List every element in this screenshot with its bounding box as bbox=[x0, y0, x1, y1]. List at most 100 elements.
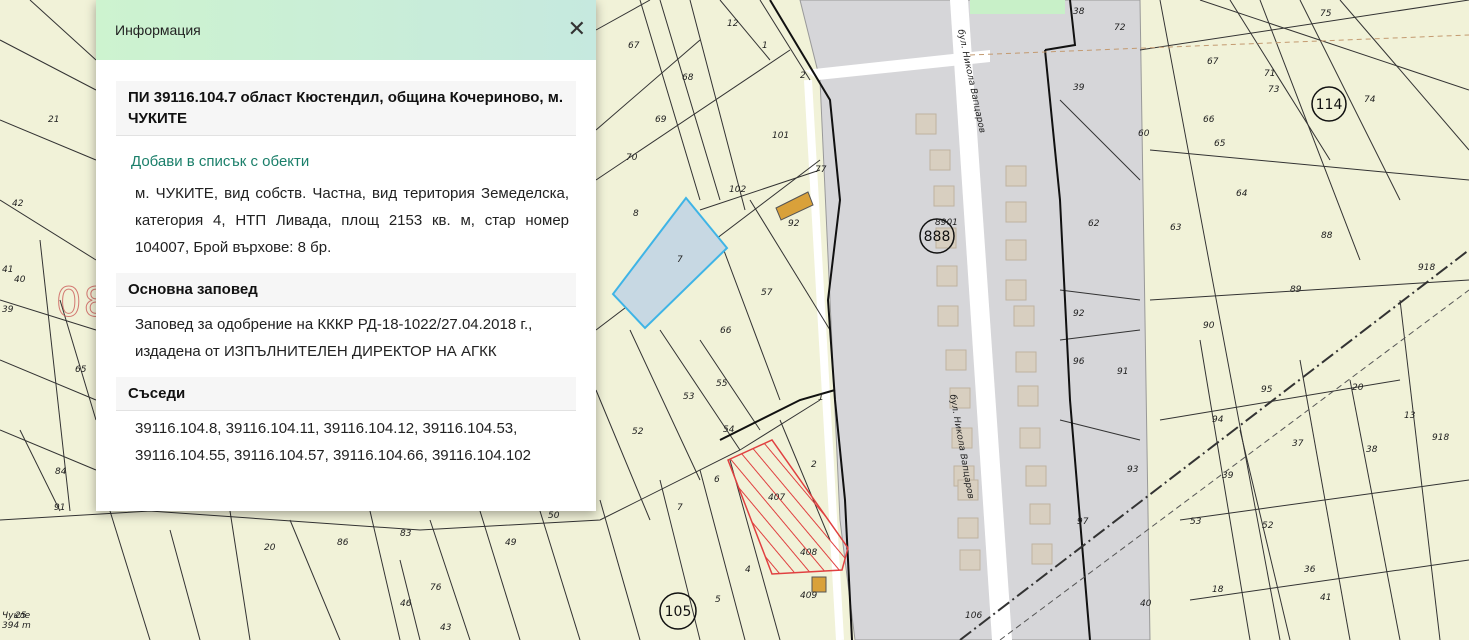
parcel-label: 88 bbox=[1321, 231, 1333, 241]
parcel-label: 75 bbox=[1320, 9, 1332, 19]
building-block bbox=[1005, 201, 1027, 223]
parcel-label: 72 bbox=[1114, 23, 1126, 33]
parcel-label: 407 bbox=[768, 493, 785, 503]
parcel-label: 102 bbox=[729, 185, 746, 195]
small-label: 394 m bbox=[2, 621, 31, 631]
parcel-label: 46 bbox=[400, 599, 412, 609]
parcel-label: 65 bbox=[75, 365, 87, 375]
parcel-label: 93 bbox=[1127, 465, 1139, 475]
parcel-label: 54 bbox=[723, 425, 735, 435]
building-block bbox=[1013, 305, 1035, 327]
building-block bbox=[957, 517, 979, 539]
small-label: 106 bbox=[965, 611, 982, 621]
building-block bbox=[929, 149, 951, 171]
parcel-label: 101 bbox=[772, 131, 789, 141]
parcel-label: 5 bbox=[715, 595, 721, 605]
parcel-label: 918 bbox=[1418, 263, 1435, 273]
parcel-label: 8 bbox=[633, 209, 639, 219]
parcel-label: 40 bbox=[1140, 599, 1152, 609]
parcel-label: 68 bbox=[682, 73, 694, 83]
parcel-label: 96 bbox=[1073, 357, 1085, 367]
building-block bbox=[1005, 165, 1027, 187]
parcel-label: 69 bbox=[655, 115, 667, 125]
parcel-label: 6 bbox=[714, 475, 720, 485]
parcel-label: 2 bbox=[800, 71, 806, 81]
parcel-label: 95 bbox=[1261, 385, 1273, 395]
parcel-label: 38 bbox=[1073, 7, 1085, 17]
building-block bbox=[1017, 385, 1039, 407]
parcel-heading: ПИ 39116.104.7 област Кюстендил, община … bbox=[116, 81, 576, 136]
parcel-label: 408 bbox=[800, 548, 817, 558]
parcel-label: 57 bbox=[761, 288, 773, 298]
parcel-label: 76 bbox=[430, 583, 442, 593]
neighbors-line: 39116.104.8, 39116.104.11, 39116.104.12,… bbox=[135, 420, 518, 437]
park-area bbox=[970, 0, 1065, 14]
parcel-label: 89 bbox=[1290, 285, 1302, 295]
parcel-label: 53 bbox=[1190, 517, 1202, 527]
parcel-label: 50 bbox=[548, 511, 560, 521]
order-heading: Основна заповед bbox=[116, 273, 576, 307]
circle-label: 114 bbox=[1316, 97, 1343, 113]
building-block bbox=[945, 349, 967, 371]
parcel-label: 52 bbox=[1262, 521, 1274, 531]
parcel-label: 66 bbox=[1203, 115, 1215, 125]
parcel-label: 20 bbox=[264, 543, 276, 553]
add-to-list-link[interactable]: Добави в списък с обекти bbox=[131, 153, 576, 170]
parcel-label: 1 bbox=[762, 41, 768, 51]
parcel-label: 77 bbox=[815, 165, 827, 175]
parcel-label: 92 bbox=[788, 219, 800, 229]
panel-body: ПИ 39116.104.7 област Кюстендил, община … bbox=[96, 60, 596, 469]
order-text: Заповед за одобрение на КККР РД-18-1022/… bbox=[135, 316, 533, 360]
parcel-label: 38 bbox=[1366, 445, 1378, 455]
parcel-label: 20 bbox=[1352, 383, 1364, 393]
parcel-label: 84 bbox=[55, 467, 67, 477]
parcel-label: 12 bbox=[727, 19, 739, 29]
parcel-label: 55 bbox=[716, 379, 728, 389]
parcel-label: 7 bbox=[677, 255, 683, 265]
parcel-label: 67 bbox=[628, 41, 640, 51]
parcel-label: 18 bbox=[1212, 585, 1224, 595]
building bbox=[811, 576, 827, 593]
parcel-label: 53 bbox=[683, 392, 695, 402]
building-block bbox=[933, 185, 955, 207]
circle-label: 888 bbox=[924, 229, 951, 245]
panel-title: Информация bbox=[115, 22, 201, 38]
parcel-label: 36 bbox=[1304, 565, 1316, 575]
building-block bbox=[915, 113, 937, 135]
parcel-label: 40 bbox=[14, 275, 26, 285]
parcel-label: 43 bbox=[440, 623, 452, 633]
building-block bbox=[1029, 503, 1051, 525]
parcel-label: 39 bbox=[1222, 471, 1234, 481]
parcel-label: 86 bbox=[337, 538, 349, 548]
neighbors-line: 39116.104.55, 39116.104.57, 39116.104.66… bbox=[135, 447, 531, 464]
parcel-label: 918 bbox=[1432, 433, 1449, 443]
building-block bbox=[937, 305, 959, 327]
parcel-label: 65 bbox=[1214, 139, 1226, 149]
parcel-label: 21 bbox=[48, 115, 59, 125]
close-icon[interactable]: ✕ bbox=[568, 19, 586, 41]
building-block bbox=[1005, 239, 1027, 261]
building-block bbox=[1019, 427, 1041, 449]
parcel-label: 1 bbox=[818, 393, 824, 403]
neighbors-heading: Съседи bbox=[116, 377, 576, 411]
parcel-label: 60 bbox=[1138, 129, 1150, 139]
building-block bbox=[959, 549, 981, 571]
parcel-label: 94 bbox=[1212, 415, 1224, 425]
parcel-label: 25 bbox=[15, 611, 27, 621]
building-block bbox=[1015, 351, 1037, 373]
building-block bbox=[1025, 465, 1047, 487]
parcel-label: 39 bbox=[2, 305, 14, 315]
parcel-label: 37 bbox=[1292, 439, 1304, 449]
parcel-label: 91 bbox=[1117, 367, 1128, 377]
parcel-label: 7 bbox=[677, 503, 683, 513]
parcel-label: 49 bbox=[505, 538, 517, 548]
circle-label: 105 bbox=[665, 604, 692, 620]
info-panel: Информация ✕ ПИ 39116.104.7 област Кюсте… bbox=[96, 0, 596, 511]
parcel-description: м. ЧУКИТЕ, вид собств. Частна, вид терит… bbox=[135, 185, 569, 256]
parcel-label: 66 bbox=[720, 326, 732, 336]
parcel-label: 409 bbox=[800, 591, 817, 601]
parcel-label: 42 bbox=[12, 199, 24, 209]
parcel-label: 70 bbox=[626, 153, 638, 163]
building-block bbox=[1005, 279, 1027, 301]
parcel-label: 4 bbox=[745, 565, 751, 575]
